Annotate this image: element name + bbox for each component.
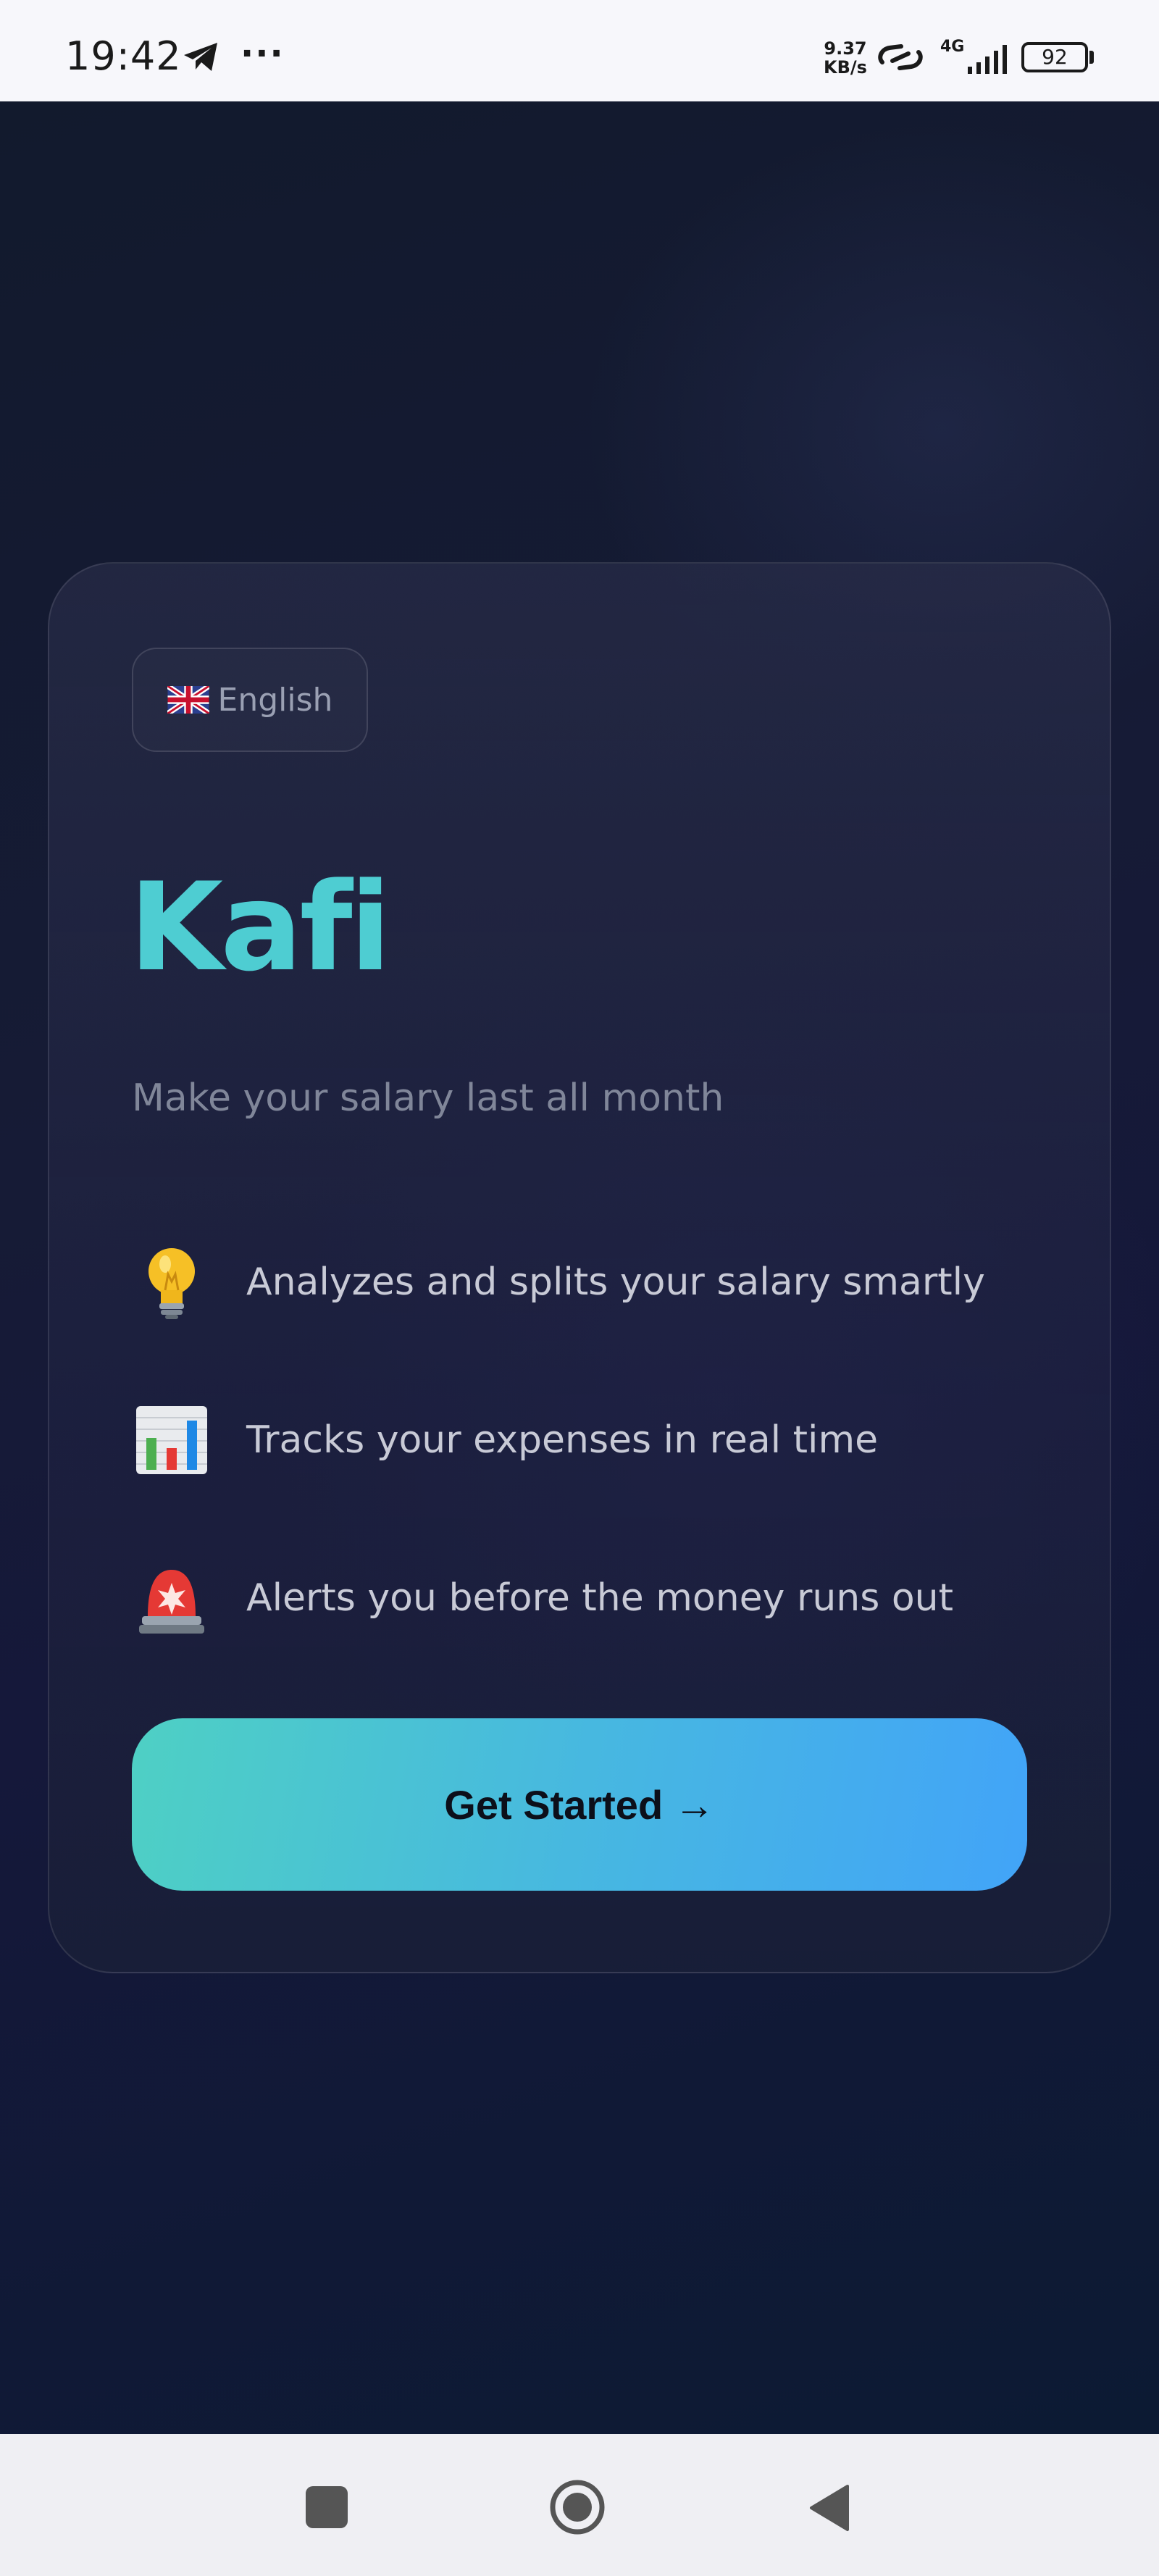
status-time: 19:42 — [65, 33, 182, 79]
system-navigation-bar — [0, 2434, 1159, 2576]
feature-text: Alerts you before the money runs out — [246, 1576, 954, 1620]
network-speed-value: 9.37 — [824, 38, 867, 59]
recent-apps-button[interactable] — [306, 2486, 348, 2528]
network-speed: 9.37 KB/s — [820, 39, 871, 77]
battery-icon: 92 — [1021, 42, 1088, 72]
feature-text: Analyzes and splits your salary smartly — [246, 1260, 985, 1304]
telegram-icon — [184, 43, 217, 71]
home-button[interactable] — [549, 2479, 606, 2535]
app-title: Kafi — [129, 856, 391, 998]
feature-item: Alerts you before the money runs out — [132, 1555, 1030, 1642]
feature-item: Tracks your expenses in real time — [132, 1397, 1030, 1484]
status-bar: 19:42 ··· 9.37 KB/s 4G 92 — [0, 0, 1159, 101]
hotspot-link-icon — [878, 44, 923, 70]
app-tagline: Make your salary last all month — [132, 1076, 724, 1120]
language-label: English — [217, 681, 333, 719]
signal-strength-icon — [968, 45, 1007, 74]
network-speed-unit: KB/s — [824, 57, 867, 78]
more-notifications-icon: ··· — [240, 33, 285, 74]
siren-icon — [139, 1570, 204, 1634]
bar-chart-icon — [136, 1406, 207, 1474]
battery-level: 92 — [1042, 45, 1068, 69]
battery-tip — [1089, 51, 1094, 64]
back-button[interactable] — [807, 2483, 850, 2533]
feature-text: Tracks your expenses in real time — [246, 1418, 879, 1462]
network-status: 4G — [940, 38, 1008, 75]
get-started-button[interactable]: Get Started → — [132, 1718, 1027, 1891]
light-bulb-icon — [148, 1248, 195, 1319]
feature-item: Analyzes and splits your salary smartly — [132, 1239, 1030, 1326]
uk-flag-icon — [167, 686, 209, 714]
language-selector-button[interactable]: English — [132, 648, 368, 752]
